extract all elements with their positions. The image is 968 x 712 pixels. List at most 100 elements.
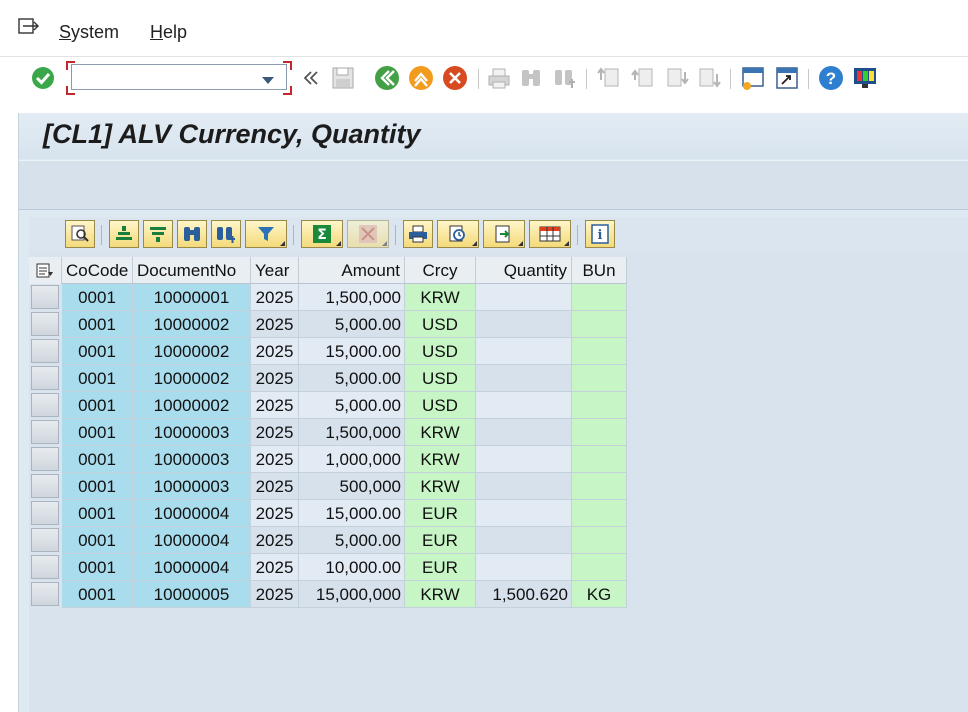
cell-quantity[interactable] (476, 338, 572, 365)
save-icon[interactable] (330, 65, 356, 91)
cell-amount[interactable]: 5,000.00 (299, 392, 405, 419)
cell-documentno[interactable]: 10000004 (133, 554, 251, 581)
cell-bun[interactable] (572, 365, 627, 392)
menu-help[interactable]: Help (150, 22, 187, 43)
cancel-icon[interactable] (442, 65, 468, 91)
enter-icon[interactable] (30, 65, 56, 91)
cell-crcy[interactable]: USD (405, 365, 476, 392)
cell-amount[interactable]: 1,500,000 (299, 419, 405, 446)
cell-crcy[interactable]: KRW (405, 581, 476, 608)
cell-bun[interactable] (572, 554, 627, 581)
cell-bun[interactable] (572, 338, 627, 365)
shortcut-icon[interactable] (774, 65, 800, 91)
cell-crcy[interactable]: EUR (405, 527, 476, 554)
cell-amount[interactable]: 5,000.00 (299, 311, 405, 338)
cell-bun[interactable] (572, 527, 627, 554)
row-selector[interactable] (31, 528, 59, 552)
cell-documentno[interactable]: 10000003 (133, 419, 251, 446)
filter-icon[interactable] (245, 220, 287, 248)
export-icon[interactable] (483, 220, 525, 248)
collapse-icon[interactable] (298, 65, 324, 91)
row-selector[interactable] (31, 393, 59, 417)
information-icon[interactable]: i (585, 220, 615, 248)
command-field[interactable] (66, 61, 292, 95)
cell-amount[interactable]: 10,000.00 (299, 554, 405, 581)
column-header-amount[interactable]: Amount (299, 257, 405, 284)
find-icon[interactable] (177, 220, 207, 248)
row-selector[interactable] (31, 366, 59, 390)
cell-amount[interactable]: 5,000.00 (299, 365, 405, 392)
row-selector[interactable] (31, 555, 59, 579)
chevron-down-icon[interactable] (262, 77, 274, 84)
cell-bun[interactable] (572, 392, 627, 419)
cell-amount[interactable]: 1,500,000 (299, 284, 405, 311)
cell-year[interactable]: 2025 (251, 419, 299, 446)
cell-cocode[interactable]: 0001 (62, 554, 133, 581)
cell-crcy[interactable]: KRW (405, 419, 476, 446)
cell-cocode[interactable]: 0001 (62, 419, 133, 446)
cell-quantity[interactable] (476, 473, 572, 500)
cell-documentno[interactable]: 10000002 (133, 365, 251, 392)
help-icon[interactable]: ? (818, 65, 844, 91)
column-header-documentno[interactable]: DocumentNo (133, 257, 251, 284)
cell-cocode[interactable]: 0001 (62, 365, 133, 392)
subtotal-icon[interactable] (347, 220, 389, 248)
find-next-icon[interactable] (552, 65, 578, 91)
cell-bun[interactable] (572, 500, 627, 527)
first-page-icon[interactable] (596, 65, 622, 91)
layout-icon[interactable] (852, 65, 878, 91)
cell-documentno[interactable]: 10000002 (133, 338, 251, 365)
cell-documentno[interactable]: 10000004 (133, 500, 251, 527)
row-selector[interactable] (31, 447, 59, 471)
sort-ascending-icon[interactable] (109, 220, 139, 248)
sort-descending-icon[interactable] (143, 220, 173, 248)
cell-cocode[interactable]: 0001 (62, 284, 133, 311)
command-input[interactable] (76, 66, 265, 90)
cell-quantity[interactable] (476, 446, 572, 473)
cell-amount[interactable]: 5,000.00 (299, 527, 405, 554)
cell-year[interactable]: 2025 (251, 365, 299, 392)
cell-crcy[interactable]: USD (405, 338, 476, 365)
cell-documentno[interactable]: 10000003 (133, 473, 251, 500)
cell-amount[interactable]: 15,000.00 (299, 500, 405, 527)
cell-year[interactable]: 2025 (251, 500, 299, 527)
cell-quantity[interactable] (476, 365, 572, 392)
cell-documentno[interactable]: 10000003 (133, 446, 251, 473)
cell-quantity[interactable] (476, 419, 572, 446)
cell-quantity[interactable] (476, 500, 572, 527)
cell-bun[interactable] (572, 446, 627, 473)
cell-year[interactable]: 2025 (251, 311, 299, 338)
cell-year[interactable]: 2025 (251, 554, 299, 581)
cell-crcy[interactable]: USD (405, 311, 476, 338)
cell-quantity[interactable] (476, 392, 572, 419)
column-header-crcy[interactable]: Crcy (405, 257, 476, 284)
row-selector[interactable] (31, 582, 59, 606)
cell-crcy[interactable]: USD (405, 392, 476, 419)
cell-cocode[interactable]: 0001 (62, 527, 133, 554)
cell-quantity[interactable] (476, 527, 572, 554)
column-header-cocode[interactable]: CoCode (62, 257, 133, 284)
cell-amount[interactable]: 15,000,000 (299, 581, 405, 608)
cell-documentno[interactable]: 10000005 (133, 581, 251, 608)
cell-cocode[interactable]: 0001 (62, 446, 133, 473)
menu-icon[interactable] (18, 18, 40, 36)
cell-quantity[interactable]: 1,500.620 (476, 581, 572, 608)
next-page-icon[interactable] (664, 65, 690, 91)
cell-bun[interactable] (572, 473, 627, 500)
cell-year[interactable]: 2025 (251, 581, 299, 608)
cell-crcy[interactable]: EUR (405, 554, 476, 581)
row-selector[interactable] (31, 339, 59, 363)
cell-year[interactable]: 2025 (251, 446, 299, 473)
cell-documentno[interactable]: 10000001 (133, 284, 251, 311)
cell-cocode[interactable]: 0001 (62, 392, 133, 419)
column-header-bun[interactable]: BUn (572, 257, 627, 284)
previous-page-icon[interactable] (630, 65, 656, 91)
cell-year[interactable]: 2025 (251, 338, 299, 365)
column-header-year[interactable]: Year (251, 257, 299, 284)
cell-cocode[interactable]: 0001 (62, 473, 133, 500)
cell-year[interactable]: 2025 (251, 392, 299, 419)
find-next-icon[interactable] (211, 220, 241, 248)
menu-system[interactable]: System (59, 22, 119, 43)
column-header-quantity[interactable]: Quantity (476, 257, 572, 284)
row-selector[interactable] (31, 474, 59, 498)
